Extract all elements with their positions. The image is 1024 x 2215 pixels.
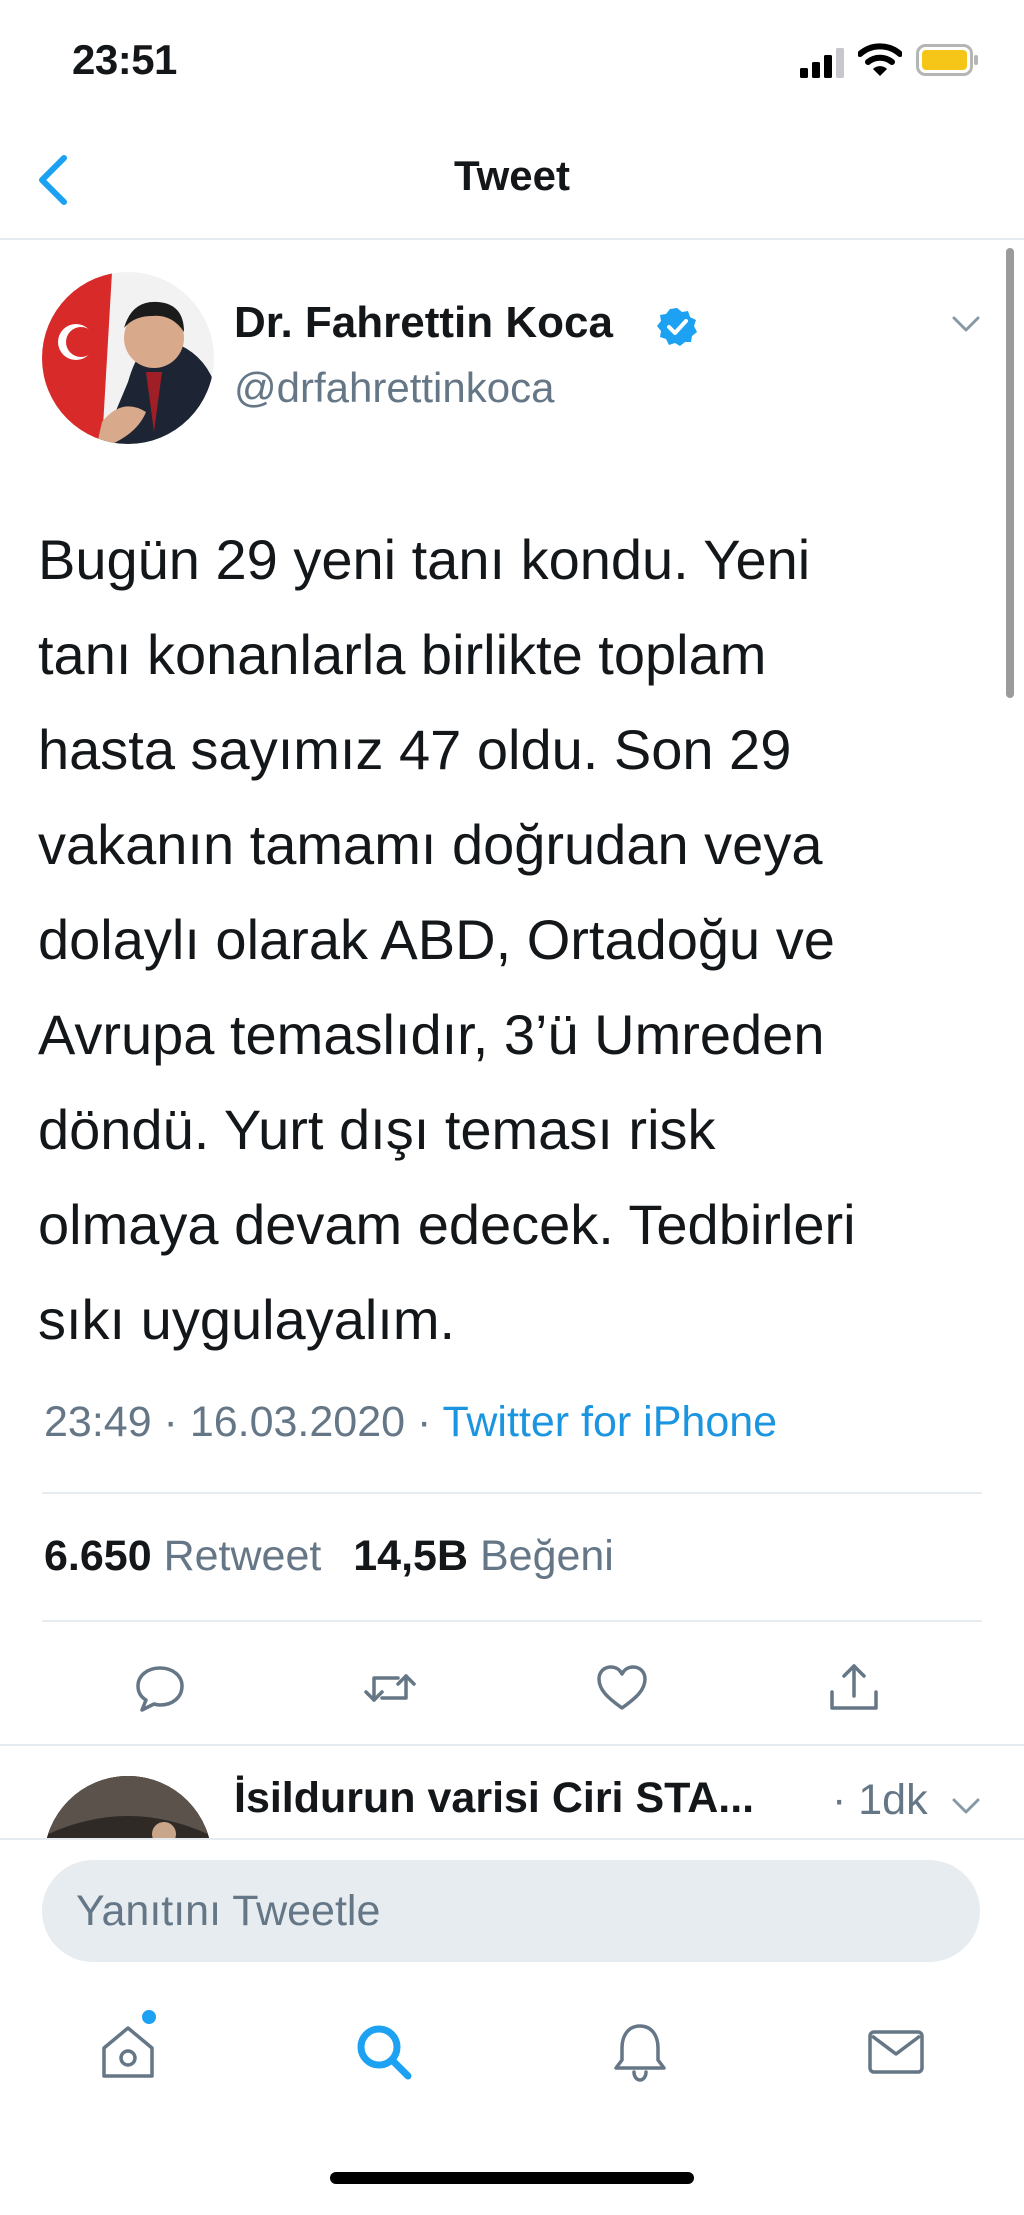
tweet-stats: 6.650 Retweet 14,5B Beğeni [44,1532,634,1581]
new-content-dot [142,2010,156,2024]
chevron-down-icon[interactable] [948,1788,984,1824]
reply-icon[interactable] [132,1660,188,1716]
reply-author-avatar[interactable] [44,1776,212,1838]
header-divider [0,238,1024,240]
tweet-text-line: hasta sayımız 47 oldu. Son 29 [38,718,792,781]
retweet-count[interactable]: 6.650 [44,1532,152,1580]
tweet-date: 16.03.2020 [189,1398,406,1446]
reply-time: · 1dk [832,1776,928,1824]
tweet-text-line: olmaya devam edecek. Tedbirleri [38,1193,856,1256]
tweet-meta: 23:49 · 16.03.2020 · Twitter for iPhone [44,1398,777,1447]
share-icon[interactable] [826,1660,882,1716]
battery-icon [916,44,978,76]
author-display-name[interactable]: Dr. Fahrettin Koca [234,298,613,348]
tweet-text-line: sıkı uygulayalım. [38,1288,456,1351]
scroll-indicator[interactable] [1006,248,1014,698]
divider [42,1492,982,1494]
verified-badge-icon [657,308,697,346]
status-time: 23:51 [72,36,177,83]
like-count[interactable]: 14,5B [353,1532,468,1580]
home-indicator[interactable] [330,2172,694,2184]
tweet-source-link[interactable]: Twitter for iPhone [442,1398,777,1446]
divider [0,1838,1024,1840]
meta-separator: · [405,1398,443,1446]
retweet-label[interactable]: Retweet [164,1532,322,1580]
reply-tweet-preview[interactable]: İsildurun varisi Ciri STA... · 1dk [0,1746,1024,1838]
retweet-icon[interactable] [362,1660,418,1716]
chevron-down-icon[interactable] [948,306,984,342]
tweet-time: 23:49 [44,1398,152,1446]
wifi-icon [858,43,902,76]
tweet-text-line: vakanın tamamı doğrudan veya [38,813,823,876]
search-icon[interactable] [352,2020,416,2084]
tweet-text-line: Bugün 29 yeni tanı kondu. Yeni [38,528,811,591]
reply-input[interactable] [42,1860,980,1962]
meta-separator: · [151,1398,190,1446]
reply-author-name[interactable]: İsildurun varisi Ciri STA... [234,1774,754,1823]
cellular-signal-icon [800,48,844,78]
tweet-text-line: döndü. Yurt dışı teması risk [38,1098,716,1161]
tweet-text-line: dolaylı olarak ABD, Ortadoğu ve [38,908,835,971]
page-title: Tweet [454,152,570,199]
tweet-text-line: tanı konanlarla birlikte toplam [38,623,767,686]
tweet-text: Bugün 29 yeni tanı kondu. Yeni tanı kona… [38,512,998,1367]
like-icon[interactable] [594,1660,650,1716]
home-icon[interactable] [96,2020,160,2084]
author-avatar[interactable] [42,272,214,444]
like-label[interactable]: Beğeni [480,1532,614,1580]
author-username[interactable]: @drfahrettinkoca [234,364,554,412]
divider [42,1620,982,1622]
tweet-text-line: Avrupa temaslıdır, 3’ü Umreden [38,1003,825,1066]
notifications-icon[interactable] [608,2020,672,2084]
messages-icon[interactable] [864,2020,928,2084]
